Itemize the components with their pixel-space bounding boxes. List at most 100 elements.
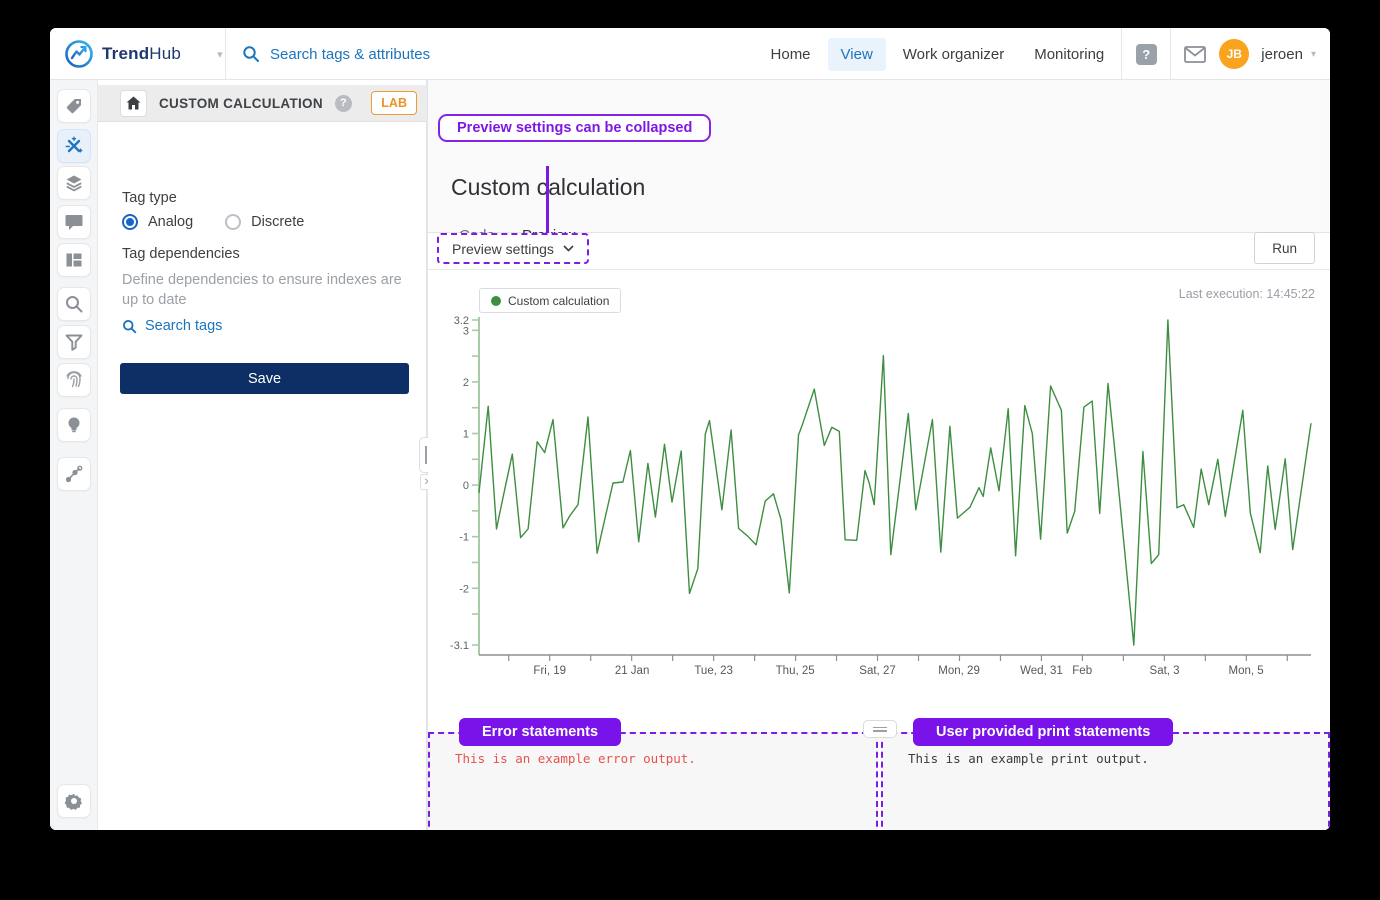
svg-text:Feb: Feb [1072, 665, 1092, 677]
annotation-error-statements: Error statements [459, 718, 621, 746]
nav-link-view[interactable]: View [828, 38, 886, 71]
tag-dependencies-help: Define dependencies to ensure indexes ar… [122, 270, 418, 310]
search-tags-link[interactable]: Search tags [122, 318, 222, 334]
home-button[interactable] [120, 90, 147, 117]
home-icon [126, 96, 141, 110]
radio-discrete[interactable] [225, 214, 241, 230]
line-chart: 3.23210-1-2-3.1Fri, 1921 JanTue, 23Thu, … [428, 316, 1330, 691]
search-icon [64, 294, 84, 314]
print-statements-panel: This is an example print output. [881, 732, 1330, 830]
svg-text:Sat, 3: Sat, 3 [1150, 665, 1180, 677]
help-icon: ? [1136, 44, 1157, 65]
search-icon [122, 319, 137, 334]
svg-text:-2: -2 [459, 583, 469, 595]
divider [225, 28, 226, 80]
divider [1170, 28, 1171, 80]
svg-text:-3.1: -3.1 [450, 640, 469, 652]
svg-text:Thu, 25: Thu, 25 [776, 665, 815, 677]
sidebar-item-dashboard[interactable] [57, 243, 91, 277]
brand-name: TrendHub [102, 44, 181, 64]
panel-header: CUSTOM CALCULATION ? LAB [98, 85, 427, 122]
chart-legend: Custom calculation [479, 288, 621, 313]
radio-discrete-label: Discrete [251, 214, 304, 230]
comment-icon [64, 212, 84, 232]
layers-icon [64, 173, 84, 193]
main-header: Preview settings can be collapsed Custom… [428, 80, 1330, 233]
nav-link-monitoring[interactable]: Monitoring [1021, 38, 1117, 71]
user-name[interactable]: jeroen [1261, 46, 1303, 63]
trendhub-logo-icon [64, 39, 94, 69]
svg-text:Fri, 19: Fri, 19 [533, 665, 566, 677]
sidebar-item-layers[interactable] [57, 166, 91, 200]
preview-settings-label: Preview settings [452, 241, 554, 257]
dashboard-icon [64, 250, 84, 270]
svg-text:0: 0 [463, 480, 469, 492]
preview-settings-toggle[interactable]: Preview settings [437, 233, 589, 264]
run-button[interactable]: Run [1254, 232, 1315, 264]
sidebar-item-filter[interactable] [57, 325, 91, 359]
panel-help-icon[interactable]: ? [335, 95, 352, 112]
sidebar-item-comments[interactable] [57, 205, 91, 239]
global-search[interactable]: Search tags & attributes [242, 28, 430, 80]
radio-analog[interactable] [122, 214, 138, 230]
sidebar-item-fingerprint[interactable] [57, 363, 91, 397]
svg-text:Tue, 23: Tue, 23 [694, 665, 733, 677]
sidebar-item-settings[interactable] [57, 784, 91, 818]
icon-rail [50, 80, 98, 830]
brand[interactable]: TrendHub ▾ [64, 28, 223, 80]
mail-icon [1184, 46, 1206, 63]
chevron-down-icon [563, 245, 574, 252]
user-menu-caret-icon[interactable]: ▾ [1311, 49, 1316, 60]
svg-text:-1: -1 [459, 532, 469, 544]
main-content: Preview settings can be collapsed Custom… [428, 80, 1330, 830]
error-output: This is an example error output. [455, 751, 696, 766]
last-execution-label: Last execution: 14:45:22 [1179, 287, 1315, 301]
radio-analog-label: Analog [148, 214, 193, 230]
svg-text:3: 3 [463, 325, 469, 337]
print-output: This is an example print output. [908, 751, 1149, 766]
calculation-panel: CUSTOM CALCULATION ? LAB Tag type Analog… [98, 80, 427, 830]
divider [1121, 28, 1122, 80]
tag-type-label: Tag type [122, 190, 177, 206]
svg-text:1: 1 [463, 428, 469, 440]
nav-link-work-organizer[interactable]: Work organizer [890, 38, 1017, 71]
fingerprint-icon [64, 370, 84, 390]
gear-icon [64, 791, 84, 811]
annotation-preview-settings: Preview settings can be collapsed [438, 114, 711, 142]
mail-button[interactable] [1175, 34, 1215, 74]
nav-link-home[interactable]: Home [758, 38, 824, 71]
search-tags-label: Search tags [145, 318, 222, 334]
legend-label: Custom calculation [508, 294, 609, 308]
lab-badge: LAB [371, 91, 417, 115]
avatar[interactable]: JB [1219, 39, 1249, 69]
error-statements-panel: This is an example error output. [428, 732, 878, 830]
svg-text:21 Jan: 21 Jan [615, 665, 650, 677]
search-icon [242, 45, 260, 63]
nodes-icon [64, 464, 84, 484]
sidebar-item-custom-calculation[interactable] [57, 129, 91, 163]
panel-title: CUSTOM CALCULATION [159, 96, 323, 111]
annotation-print-statements: User provided print statements [913, 718, 1173, 746]
chart-section: Last execution: 14:45:22 Custom calculat… [428, 270, 1330, 708]
legend-dot-icon [491, 296, 501, 306]
brand-caret-icon[interactable]: ▾ [217, 48, 223, 61]
sidebar-item-tags[interactable] [57, 89, 91, 123]
lightbulb-icon [64, 415, 84, 435]
sidebar-item-search[interactable] [57, 287, 91, 321]
svg-text:Sat, 27: Sat, 27 [859, 665, 895, 677]
svg-text:Wed, 31: Wed, 31 [1020, 665, 1063, 677]
app-window: TrendHub ▾ Search tags & attributes Home… [50, 28, 1330, 830]
save-button[interactable]: Save [120, 363, 409, 394]
search-placeholder: Search tags & attributes [270, 46, 430, 63]
preview-toolbar: Preview settings Run [428, 233, 1330, 270]
console-drag-handle[interactable] [863, 720, 897, 738]
sidebar-item-recommendations[interactable] [57, 408, 91, 442]
svg-text:Mon, 5: Mon, 5 [1229, 665, 1264, 677]
custom-calculation-icon [64, 136, 84, 156]
sidebar-item-context-graph[interactable] [57, 457, 91, 491]
svg-text:2: 2 [463, 377, 469, 389]
filter-icon [64, 332, 84, 352]
help-button[interactable]: ? [1126, 34, 1166, 74]
tag-icon [64, 96, 84, 116]
tag-dependencies-label: Tag dependencies [122, 246, 240, 262]
